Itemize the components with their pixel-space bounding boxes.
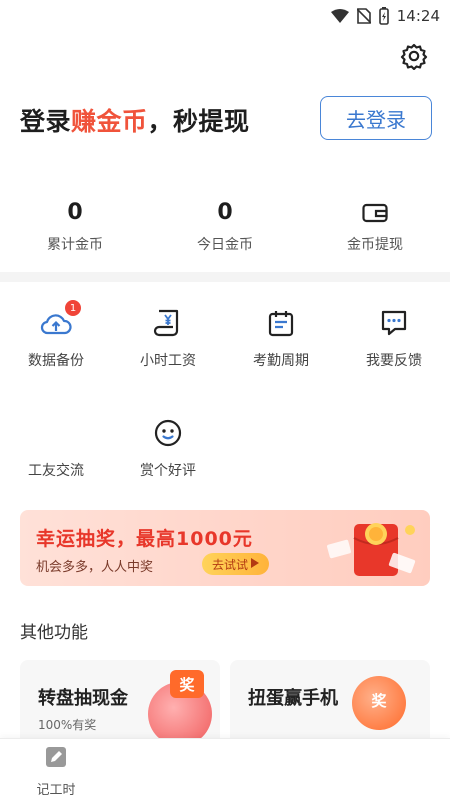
- tool-label: 考勤周期: [253, 353, 309, 369]
- red-envelope-illustration: [320, 516, 420, 582]
- section-divider: [0, 272, 450, 282]
- prize-tag: 奖: [371, 691, 387, 710]
- gear-icon: [400, 42, 428, 74]
- banner-title: 幸运抽奖，最高1000元: [36, 528, 253, 550]
- spin-wheel-card[interactable]: 转盘抽现金 100%有奖 奖: [20, 660, 220, 750]
- tool-data-backup[interactable]: 1 数据备份: [0, 300, 112, 370]
- tool-hourly-wage[interactable]: 小时工资: [112, 306, 224, 370]
- tool-attendance-cycle[interactable]: 考勤周期: [225, 306, 337, 370]
- tool-label: 数据备份: [28, 353, 84, 369]
- other-features-title: 其他功能: [20, 623, 88, 643]
- pencil-icon: [44, 745, 68, 773]
- card-title: 扭蛋赢手机: [248, 688, 338, 709]
- login-prefix: 登录: [20, 107, 72, 136]
- coin-stats: 0 累计金币 0 今日金币 金币提现: [0, 198, 450, 262]
- login-button[interactable]: 去登录: [320, 96, 432, 140]
- gacha-phone-card[interactable]: 扭蛋赢手机 奖: [230, 660, 430, 750]
- feedback-chat-icon: [377, 306, 411, 340]
- login-highlight: 赚金币: [71, 107, 148, 136]
- banner-subtitle: 机会多多，人人中奖: [36, 560, 154, 575]
- tool-label: 小时工资: [140, 353, 196, 369]
- bottom-tab-bar: 记工时: [0, 738, 450, 801]
- no-sim-icon: [356, 8, 371, 24]
- card-title: 转盘抽现金: [38, 688, 128, 709]
- tool-worker-chat[interactable]: 工友交流: [0, 416, 112, 480]
- login-promo-text: 登录赚金币，秒提现: [20, 102, 250, 138]
- prize-tag: 奖: [170, 670, 204, 698]
- tool-rate-app[interactable]: 赏个好评: [112, 416, 224, 480]
- total-coins-value: 0: [67, 200, 83, 225]
- settings-button[interactable]: [396, 40, 432, 76]
- tab-label: 记工时: [36, 783, 76, 798]
- total-coins-stat[interactable]: 0 累计金币: [0, 198, 150, 262]
- status-bar: 14:24: [0, 0, 450, 32]
- withdraw-stat[interactable]: 金币提现: [300, 198, 450, 262]
- tool-label: 工友交流: [28, 463, 84, 479]
- salary-scroll-icon: [151, 306, 185, 340]
- tab-log-hours[interactable]: 记工时: [24, 745, 88, 798]
- today-coins-stat[interactable]: 0 今日金币: [150, 198, 300, 262]
- login-suffix: ，秒提现: [147, 107, 250, 136]
- wallet-icon: [362, 198, 388, 228]
- tool-label: 赏个好评: [140, 463, 196, 479]
- smile-icon: [151, 416, 185, 450]
- withdraw-label: 金币提现: [347, 237, 403, 253]
- battery-charging-icon: [378, 7, 389, 25]
- today-coins-label: 今日金币: [197, 237, 253, 253]
- tool-feedback[interactable]: 我要反馈: [338, 306, 450, 370]
- total-coins-label: 累计金币: [47, 237, 103, 253]
- card-subtitle: 100%有奖: [38, 718, 97, 732]
- today-coins-value: 0: [217, 200, 233, 225]
- login-section: 登录赚金币，秒提现 去登录: [20, 96, 432, 144]
- try-button[interactable]: 去试试: [202, 553, 270, 575]
- calendar-icon: [264, 306, 298, 340]
- play-arrow-icon: [251, 557, 260, 571]
- try-label: 去试试: [212, 557, 249, 572]
- tool-label: 我要反馈: [366, 353, 422, 369]
- notification-badge: 1: [65, 300, 81, 316]
- lucky-draw-banner[interactable]: 幸运抽奖，最高1000元 机会多多，人人中奖 去试试: [20, 510, 430, 586]
- group-icon: [39, 416, 73, 450]
- clock: 14:24: [396, 7, 440, 25]
- wifi-icon: [330, 9, 349, 23]
- cloud-upload-icon: 1: [39, 300, 81, 340]
